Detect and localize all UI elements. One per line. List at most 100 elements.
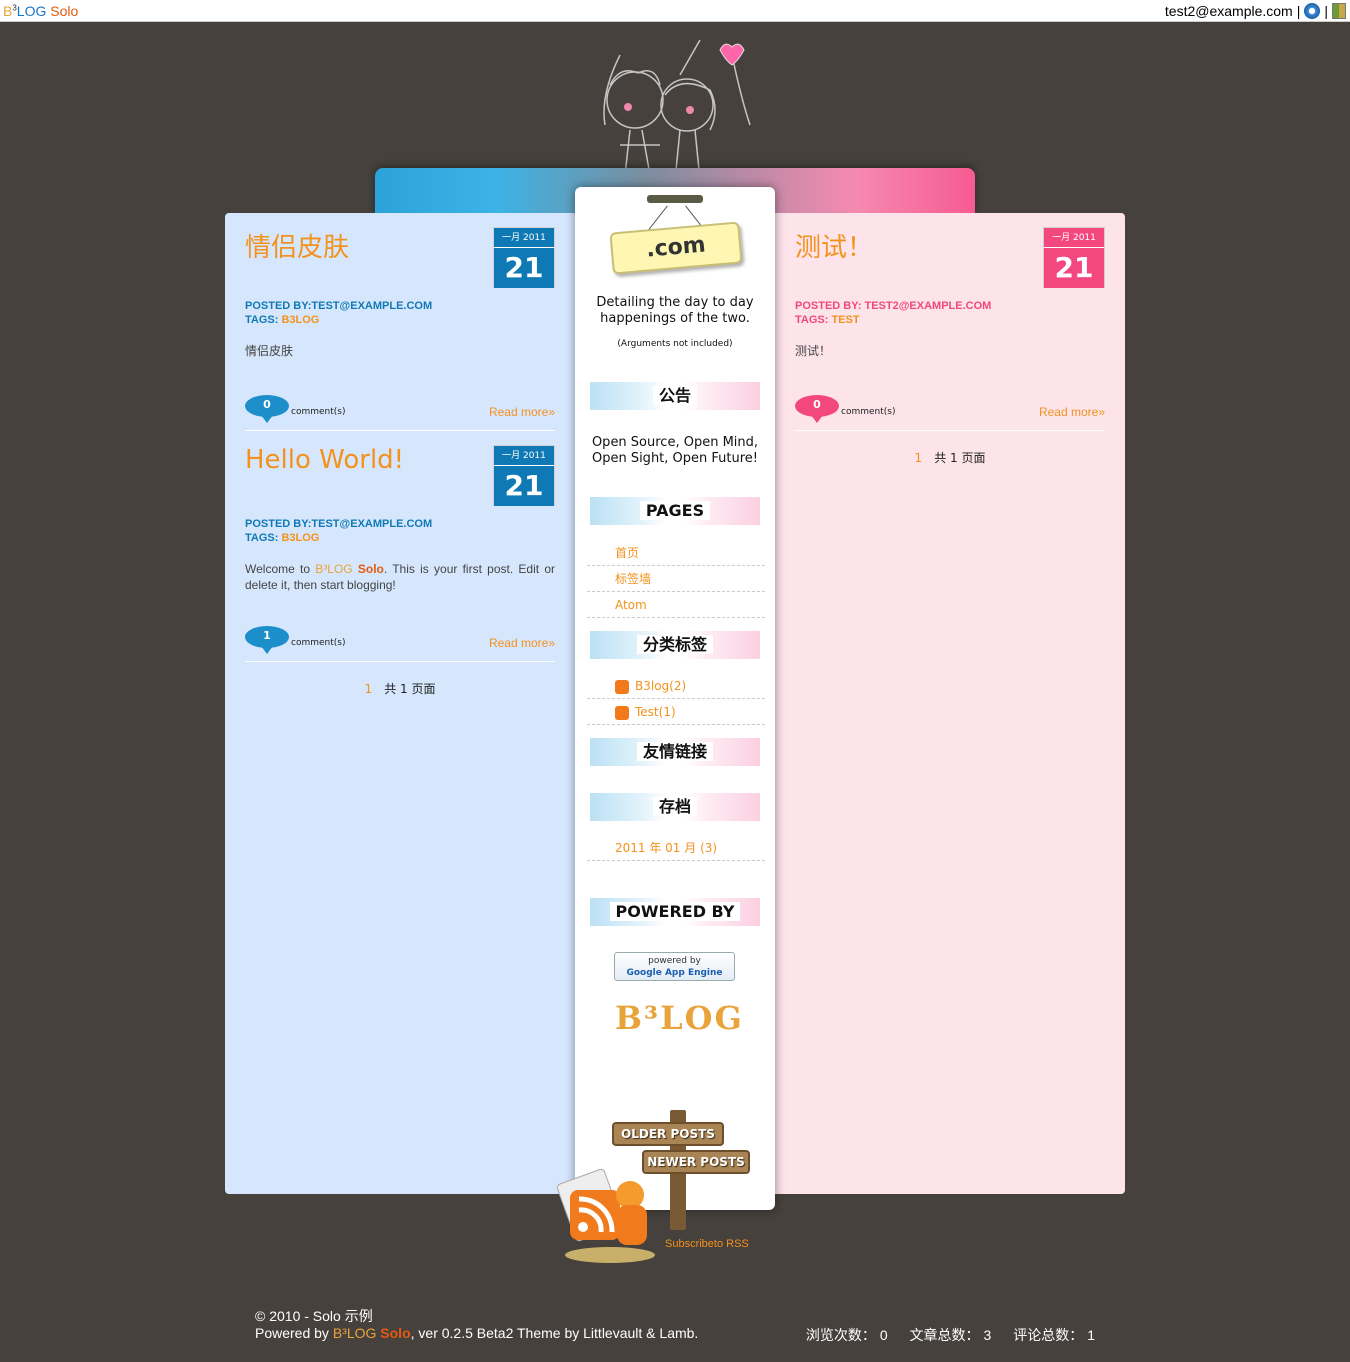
comment-label: comment(s) [291,638,346,648]
gear-icon[interactable] [1304,3,1321,19]
post-author[interactable]: POSTED BY: TEST2@EXAMPLE.COM [795,299,991,313]
tags-title: 分类标签 [590,631,760,659]
comment-row: 0 comment(s) Read more» [795,395,1105,423]
post-meta: POSTED BY: TEST2@EXAMPLE.COM TAGS: TEST [795,299,991,327]
archive-title: 存档 [590,793,760,821]
separator: | [1296,3,1301,19]
blog-tagline-note: (Arguments not included) [617,339,733,349]
rss-icon[interactable] [615,706,629,720]
page-link-atom[interactable]: Atom [587,592,765,618]
summary-b3log: B³LOG [315,562,358,576]
pagination: 1 共 1 页面 [225,680,575,697]
post-summary: Welcome to B³LOG Solo. This is your firs… [245,561,555,593]
notice-text: Open Source, Open Mind, Open Sight, Open… [591,435,759,466]
comment-count-bubble[interactable]: 0 [795,395,839,423]
post-item: Hello World! 一月 2011 21 POSTED BY:TEST@E… [245,445,555,655]
post-month: 一月 2011 [1044,228,1104,248]
brand-b: B [3,3,13,19]
tags-label: TAGS: [795,314,832,326]
separator: | [1324,3,1328,19]
views-label: 浏览次数： [805,1327,876,1343]
notice-title: 公告 [590,382,760,410]
comment-count-bubble[interactable]: 0 [245,395,289,423]
archive-list: 2011 年 01 月 (3) [587,835,765,861]
pagination: 1 共 1 页面 [775,449,1125,466]
solo-link[interactable]: Solo [380,1325,410,1341]
post-meta: POSTED BY:TEST@EXAMPLE.COM TAGS: B3LOG [245,517,432,545]
b3log-link[interactable]: B³LOG [333,1325,380,1341]
copyright: © 2010 - Solo 示例 [255,1308,373,1324]
links-title: 友情链接 [590,738,760,766]
pages-title: PAGES [590,497,760,525]
user-email[interactable]: test2@example.com [1165,3,1293,19]
post-item: 测试！ 一月 2011 21 POSTED BY: TEST2@EXAMPLE.… [795,227,1105,437]
page-number[interactable]: 1 [365,682,373,696]
footer-info: © 2010 - Solo 示例 Powered by B³LOG Solo, … [255,1308,698,1342]
divider [245,430,555,431]
tags-label: TAGS: [245,314,282,326]
divider [245,661,555,662]
post-month: 一月 2011 [494,446,554,466]
read-more-link[interactable]: Read more» [489,636,555,650]
comment-count-bubble[interactable]: 1 [245,626,289,654]
blog-tagline: Detailing the day to day happenings of t… [596,295,754,326]
blog-logo-sign[interactable]: .com [609,221,743,275]
older-posts-button[interactable]: OLDER POSTS [612,1122,724,1146]
comment-row: 0 comment(s) Read more» [245,395,555,423]
articles-label: 文章总数： [909,1327,980,1343]
sign-hanger [647,195,703,203]
powered-title: POWERED BY [590,898,760,926]
page-total: 共 1 页面 [934,451,986,465]
read-more-link[interactable]: Read more» [489,405,555,419]
tag-link-test[interactable]: Test(1) [587,699,765,725]
sidebar: .com Detailing the day to day happenings… [575,187,775,1210]
archive-link[interactable]: 2011 年 01 月 (3) [587,835,765,861]
logout-icon[interactable] [1332,3,1346,19]
footer-stats: 浏览次数： 0 文章总数： 3 评论总数： 1 [790,1325,1095,1345]
post-date: 一月 2011 21 [493,227,555,288]
brand-log: LOG [16,3,47,19]
post-author[interactable]: POSTED BY:TEST@EXAMPLE.COM [245,299,432,313]
subscribe-rss-link[interactable]: Subscribeto RSS [665,1238,749,1250]
post-tag[interactable]: TEST [831,314,859,326]
right-column: 测试！ 一月 2011 21 POSTED BY: TEST2@EXAMPLE.… [775,213,1125,1194]
tags-list: B3log(2) Test(1) [587,673,765,725]
post-date: 一月 2011 21 [1043,227,1105,288]
views-count: 0 [879,1327,888,1343]
comments-count: 1 [1087,1327,1095,1343]
comment-label: comment(s) [841,407,896,417]
page-number[interactable]: 1 [915,451,923,465]
post-month: 一月 2011 [494,228,554,248]
rss-reader-icon[interactable] [555,1155,665,1265]
page-link-tags[interactable]: 标签墙 [587,566,765,592]
top-bar: B3LOG Solo test2@example.com | | [0,0,1350,22]
comments-label: 评论总数： [1013,1327,1084,1343]
summary-solo: Solo [357,562,384,576]
pages-list: 首页 标签墙 Atom [587,540,765,618]
read-more-link[interactable]: Read more» [1039,405,1105,419]
post-day: 21 [494,466,554,506]
user-menu: test2@example.com | | [1165,3,1346,19]
brand-solo: Solo [50,3,79,19]
post-day: 21 [1044,248,1104,288]
brand-logo[interactable]: B3LOG Solo [3,3,78,19]
articles-count: 3 [983,1327,992,1343]
google-app-engine-badge[interactable]: powered by Google App Engine [614,952,735,981]
b3log-logo[interactable]: B³LOG [615,999,742,1039]
divider [795,430,1105,431]
page-total: 共 1 页面 [384,682,436,696]
post-tag[interactable]: B3LOG [281,314,319,326]
b3log-logo-text: B³LOG [615,999,744,1037]
page-link-home[interactable]: 首页 [587,540,765,566]
tag-link-b3log[interactable]: B3log(2) [587,673,765,699]
post-tag[interactable]: B3LOG [281,532,319,544]
post-author[interactable]: POSTED BY:TEST@EXAMPLE.COM [245,517,432,531]
comment-label: comment(s) [291,407,346,417]
post-summary: 测试！ [795,344,832,358]
summary-pre: Welcome to [245,562,316,576]
post-item: 情侣皮肤 一月 2011 21 POSTED BY:TEST@EXAMPLE.C… [245,227,555,437]
rss-icon[interactable] [615,680,629,694]
tags-label: TAGS: [245,532,282,544]
comment-row: 1 comment(s) Read more» [245,626,555,654]
post-date: 一月 2011 21 [493,445,555,506]
